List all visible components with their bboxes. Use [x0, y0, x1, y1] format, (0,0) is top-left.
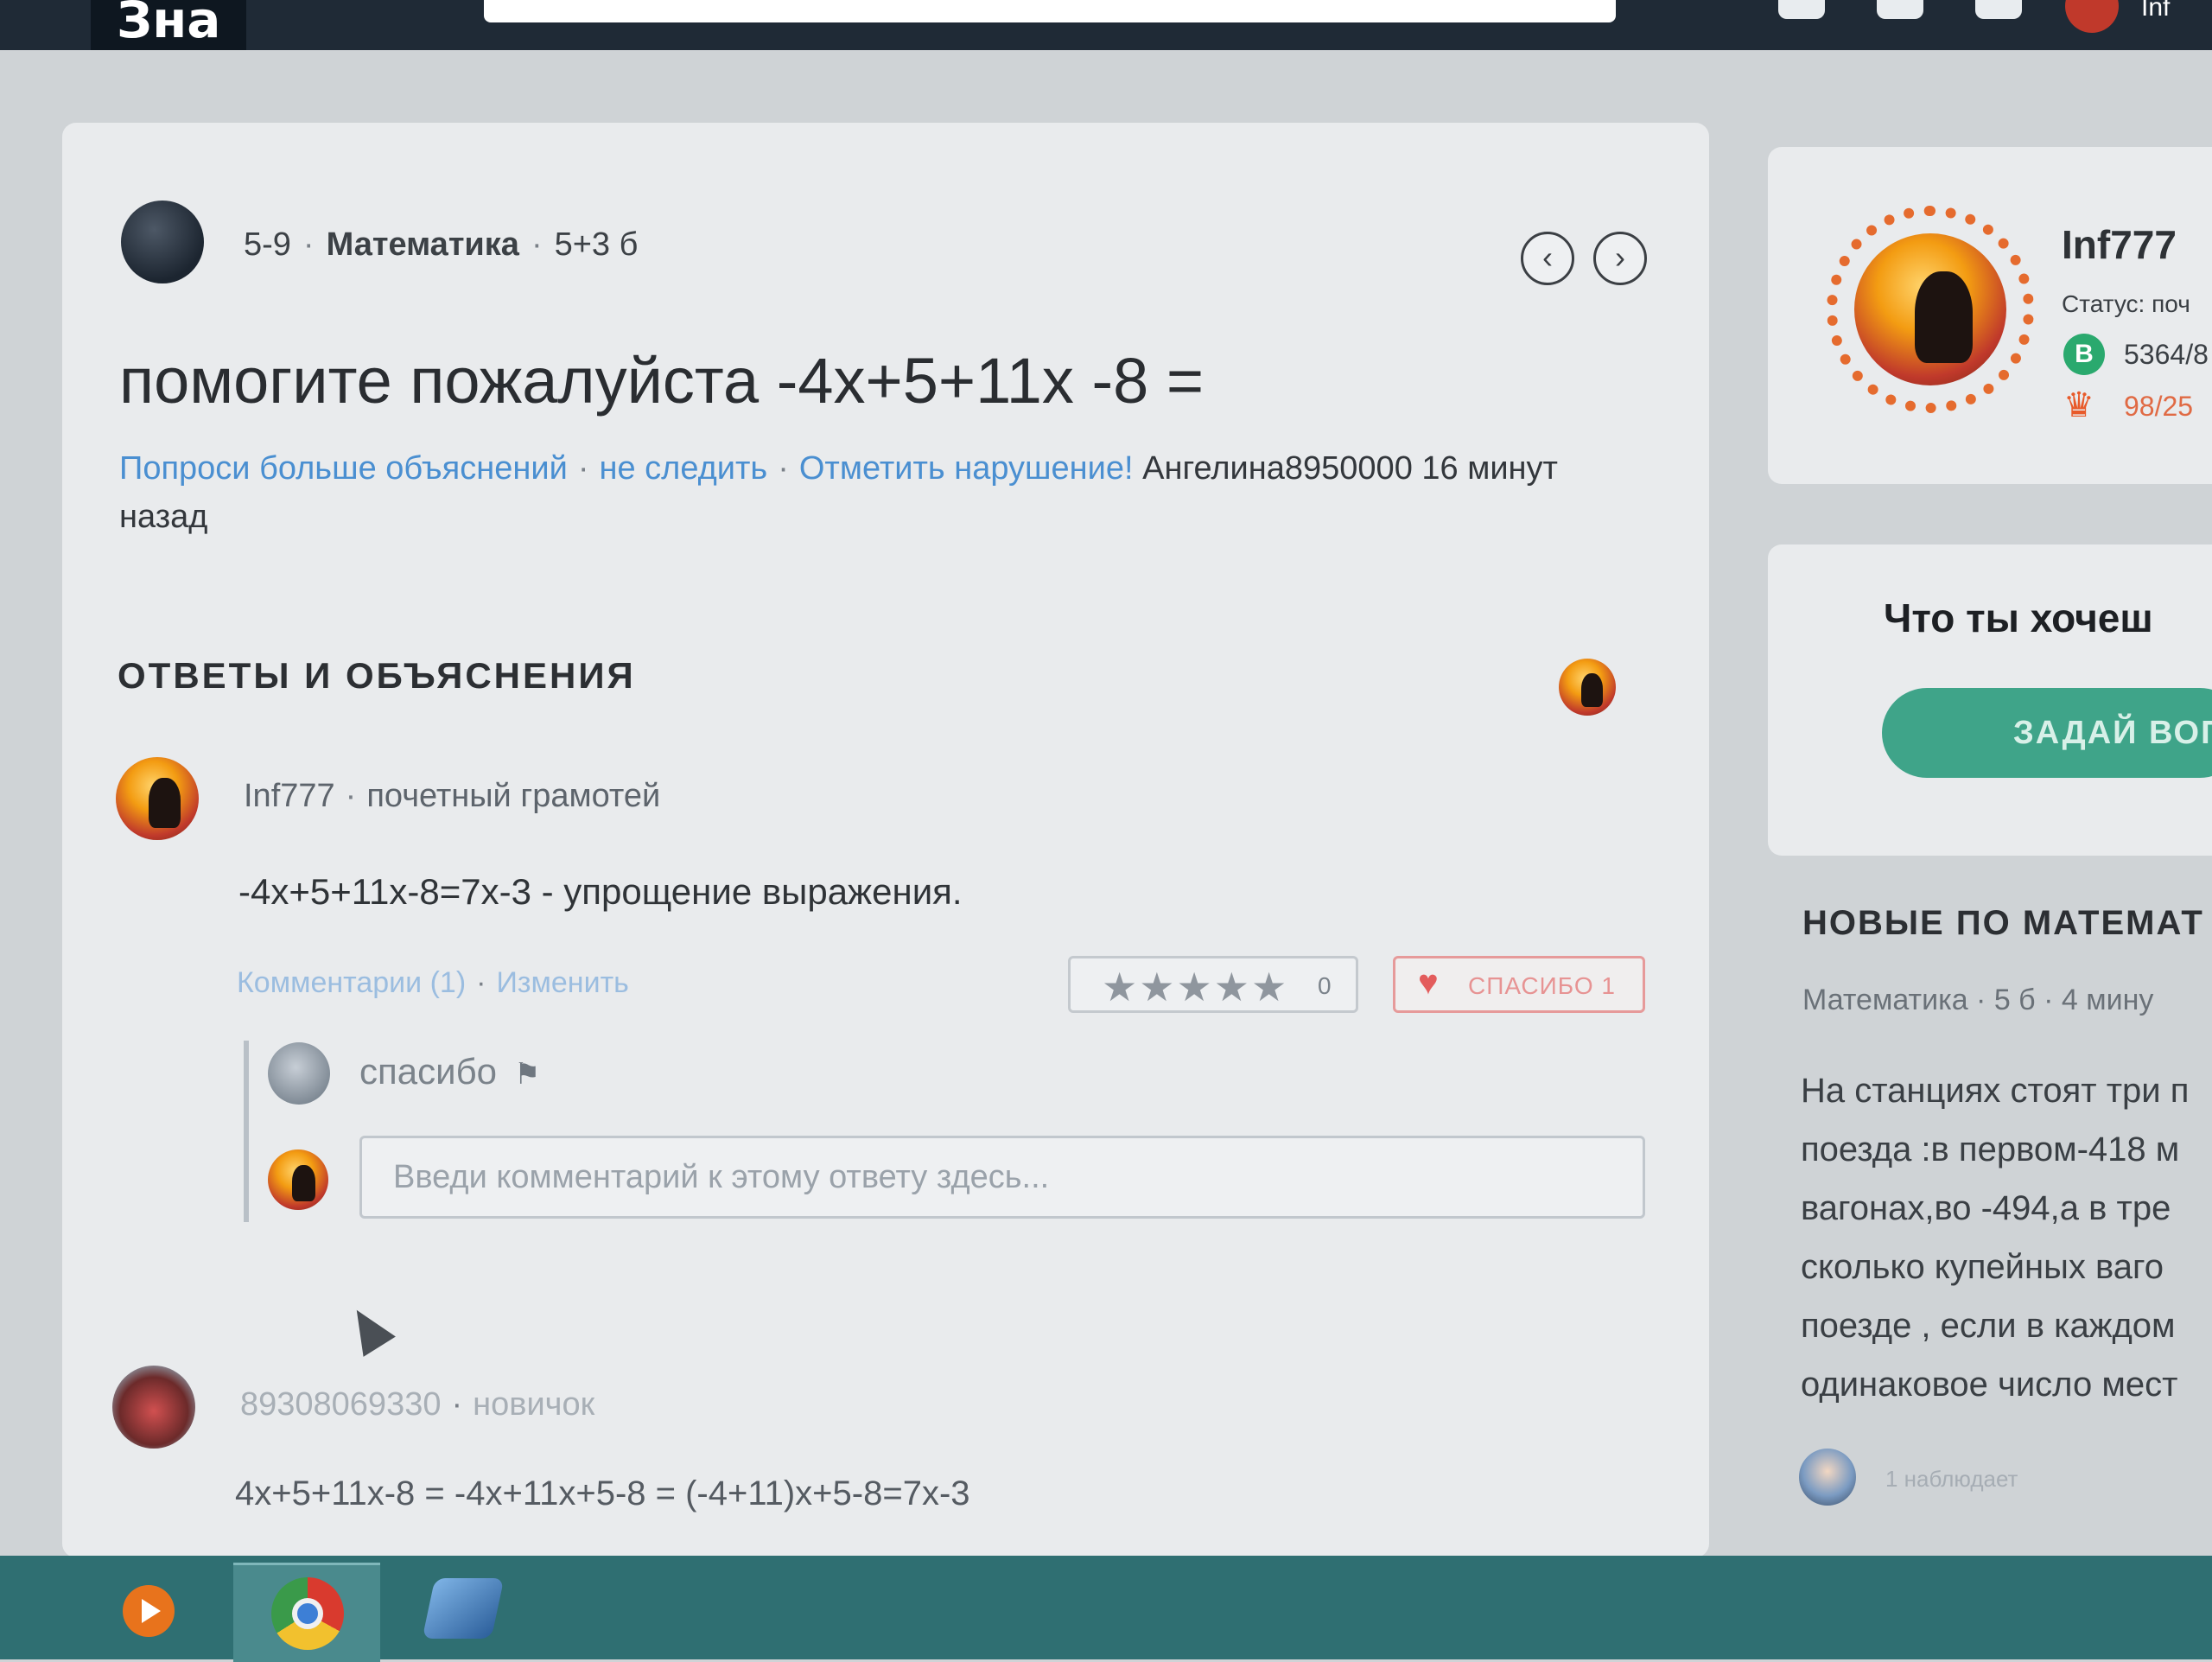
question-card: [62, 123, 1709, 1557]
edit-link[interactable]: Изменить: [496, 966, 628, 999]
answer1-links: Комментарии (1) · Изменить: [237, 966, 629, 999]
notifications-icon[interactable]: [1877, 0, 1923, 19]
answer2-text: 4х+5+11х-8 = -4х+11х+5-8 = (-4+11)х+5-8=…: [235, 1474, 970, 1512]
profile-status: Статус: поч: [2062, 290, 2190, 317]
question-actions: Попроси больше объяснений · не следить · Отм…: [119, 450, 1558, 535]
answers-section-title: ОТВЕТЫ И ОБЪЯСНЕНИЯ: [118, 655, 636, 696]
site-header: Зна Inf: [0, 0, 2212, 50]
ask-question-button[interactable]: ЗАДАЙ ВОП: [1882, 688, 2212, 778]
current-user-avatar[interactable]: [1559, 659, 1616, 716]
comment-input-avatar: [268, 1149, 328, 1210]
question-title: помогите пожалуйста -4х+5+11х -8 =: [119, 345, 1205, 417]
asker-avatar[interactable]: [121, 201, 204, 283]
points-icon: B: [2063, 334, 2105, 375]
thanks-label: СПАСИБО 1: [1468, 972, 1616, 999]
taskbar-paint[interactable]: [394, 1563, 541, 1659]
new-question-line: На станциях стоят три п: [1801, 1072, 2190, 1110]
question-grade[interactable]: 5-9: [244, 226, 291, 263]
answer1-user[interactable]: Inf777: [244, 778, 335, 814]
comment-thread-line: [244, 1041, 249, 1222]
new-question-meta[interactable]: Математика · 5 б · 4 мину: [1802, 984, 2153, 1017]
answer2-avatar[interactable]: [112, 1366, 195, 1449]
answer1-header: Inf777 · почетный грамотей: [244, 778, 661, 814]
answer1-rank: почетный грамотей: [366, 778, 661, 814]
ask-title: Что ты хочеш: [1884, 595, 2153, 640]
header-username[interactable]: Inf: [2141, 0, 2170, 22]
question-meta: 5-9 · Математика · 5+3 б: [244, 226, 639, 263]
profile-avatar[interactable]: [1854, 233, 2006, 385]
profile-name[interactable]: Inf777: [2062, 221, 2177, 268]
watcher-avatar[interactable]: [1799, 1449, 1856, 1506]
new-question-line: вагонах,во -494,а в тре: [1801, 1189, 2171, 1227]
new-question-line: поезда :в первом-418 м: [1801, 1130, 2180, 1168]
taskbar-chrome[interactable]: [233, 1563, 380, 1662]
comments-link[interactable]: Комментарии (1): [237, 966, 466, 999]
new-question-line: сколько купейных ваго: [1801, 1248, 2164, 1286]
header-avatar[interactable]: [2065, 0, 2119, 33]
report-link[interactable]: Отметить нарушение!: [799, 450, 1134, 487]
answer1-text: -4х+5+11х-8=7х-3 - упрощение выражения.: [238, 871, 963, 912]
friends-icon[interactable]: [1975, 0, 2022, 19]
thanks-button[interactable]: ♥ СПАСИБО 1: [1393, 956, 1645, 1013]
answer2-user[interactable]: 89308069330: [240, 1386, 441, 1423]
media-player-icon: [123, 1585, 175, 1637]
comment-item: спасибо ⚑: [359, 1051, 540, 1092]
answer2-header: 89308069330 · новичок: [240, 1386, 595, 1423]
flag-icon[interactable]: ⚑: [497, 1058, 540, 1091]
taskbar-media-player[interactable]: [78, 1563, 225, 1659]
rating-stars-icon[interactable]: ★★★★★: [1102, 964, 1288, 1010]
next-question-button[interactable]: ›: [1593, 232, 1647, 285]
new-question-text[interactable]: На станциях стоят три п поезда :в первом…: [1801, 1061, 2212, 1414]
new-questions-title: НОВЫЕ ПО МАТЕМАТ: [1802, 904, 2204, 942]
unfollow-link[interactable]: не следить: [599, 450, 767, 487]
chevron-left-icon: ‹: [1542, 239, 1553, 275]
rating-count: 0: [1318, 972, 1332, 999]
new-question-line: поезде , если в каждом: [1801, 1307, 2176, 1345]
site-logo[interactable]: Зна: [91, 0, 247, 50]
question-subject[interactable]: Математика: [327, 226, 519, 263]
profile-crown-value: 98/25: [2124, 391, 2194, 422]
comment-input[interactable]: [359, 1136, 1645, 1219]
answer1-avatar[interactable]: [116, 757, 199, 840]
prev-question-button[interactable]: ‹: [1521, 232, 1574, 285]
comment-text: спасибо: [359, 1051, 497, 1092]
profile-points: 5364/8: [2124, 339, 2209, 370]
crown-icon: ♛: [2063, 386, 2094, 424]
commenter-avatar[interactable]: [268, 1042, 330, 1105]
chevron-right-icon: ›: [1615, 239, 1625, 275]
heart-icon: ♥: [1418, 964, 1439, 1002]
question-points: 5+3 б: [554, 226, 639, 263]
rating-widget[interactable]: ★★★★★ 0: [1068, 956, 1358, 1013]
paint-icon: [422, 1578, 505, 1639]
taskbar: [0, 1556, 2212, 1662]
watchers-count: 1 наблюдает: [1885, 1466, 2018, 1492]
ask-more-link[interactable]: Попроси больше объяснений: [119, 450, 568, 487]
chrome-icon: [271, 1577, 344, 1650]
header-search-input[interactable]: [484, 0, 1616, 22]
answer2-rank: новичок: [473, 1386, 595, 1423]
new-question-line: одинаковое число мест: [1801, 1366, 2178, 1404]
messages-icon[interactable]: [1778, 0, 1825, 19]
